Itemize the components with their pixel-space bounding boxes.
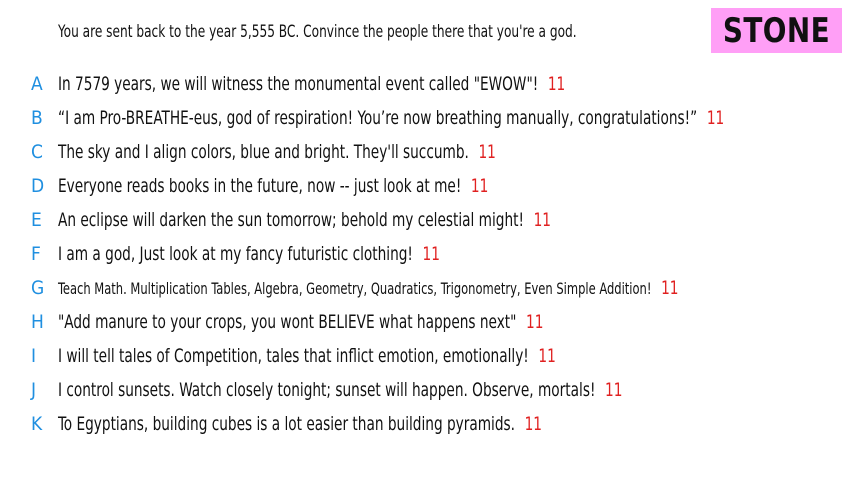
option-text: To Egyptians, building cubes is a lot ea… bbox=[58, 413, 516, 435]
option-count: 11 bbox=[533, 209, 551, 231]
option-count: 11 bbox=[470, 175, 489, 197]
option-count: 11 bbox=[661, 277, 679, 299]
option-count: 11 bbox=[605, 379, 623, 401]
option-text: An eclipse will darken the sun tomorrow;… bbox=[58, 209, 524, 231]
option-text-wrap: I control sunsets. Watch closely tonight… bbox=[58, 379, 622, 401]
option-text-wrap: In 7579 years, we will witness the monum… bbox=[58, 73, 565, 95]
option-text-wrap: I am a god, Just look at my fancy futuri… bbox=[58, 243, 440, 265]
option-count: 11 bbox=[478, 141, 496, 163]
option-count: 11 bbox=[547, 73, 566, 95]
option-text: I am a god, Just look at my fancy futuri… bbox=[58, 243, 413, 265]
option-text-wrap: Everyone reads books in the future, now … bbox=[58, 175, 488, 197]
option-text: “I am Pro-BREATHE-eus, god of respiratio… bbox=[58, 107, 698, 129]
option-text: The sky and I align colors, blue and bri… bbox=[58, 141, 469, 163]
option-letter: C bbox=[31, 141, 43, 163]
option-letter: F bbox=[31, 243, 41, 265]
option-text: In 7579 years, we will witness the monum… bbox=[58, 73, 539, 95]
option-text: "Add manure to your crops, you wont BELI… bbox=[58, 311, 517, 333]
option-count: 11 bbox=[706, 107, 725, 129]
option-text-wrap: Teach Math. Multiplication Tables, Algeb… bbox=[58, 277, 678, 299]
option-letter: I bbox=[31, 345, 37, 367]
option-text-wrap: An eclipse will darken the sun tomorrow;… bbox=[58, 209, 551, 231]
option-text-wrap: "Add manure to your crops, you wont BELI… bbox=[58, 311, 543, 333]
option-text: Everyone reads books in the future, now … bbox=[58, 175, 462, 197]
option-text: I will tell tales of Competition, tales … bbox=[58, 345, 529, 367]
option-text: Teach Math. Multiplication Tables, Algeb… bbox=[58, 279, 652, 298]
option-letter: A bbox=[31, 73, 43, 95]
option-letter: K bbox=[31, 413, 43, 435]
option-letter: G bbox=[31, 277, 45, 299]
prompt-text: You are sent back to the year 5,555 BC. … bbox=[58, 22, 577, 41]
option-text-wrap: The sky and I align colors, blue and bri… bbox=[58, 141, 496, 163]
option-text-wrap: I will tell tales of Competition, tales … bbox=[58, 345, 556, 367]
option-letter: D bbox=[31, 175, 45, 197]
option-text-wrap: “I am Pro-BREATHE-eus, god of respiratio… bbox=[58, 107, 724, 129]
stone-badge: STONE bbox=[722, 10, 831, 51]
option-letter: E bbox=[31, 209, 42, 231]
option-letter: H bbox=[31, 311, 44, 333]
option-count: 11 bbox=[524, 413, 543, 435]
option-count: 11 bbox=[422, 243, 440, 265]
option-count: 11 bbox=[526, 311, 544, 333]
option-text: I control sunsets. Watch closely tonight… bbox=[58, 379, 596, 401]
option-text-wrap: To Egyptians, building cubes is a lot ea… bbox=[58, 413, 542, 435]
option-count: 11 bbox=[538, 345, 556, 367]
option-letter: B bbox=[31, 107, 43, 129]
option-letter: J bbox=[31, 379, 37, 401]
